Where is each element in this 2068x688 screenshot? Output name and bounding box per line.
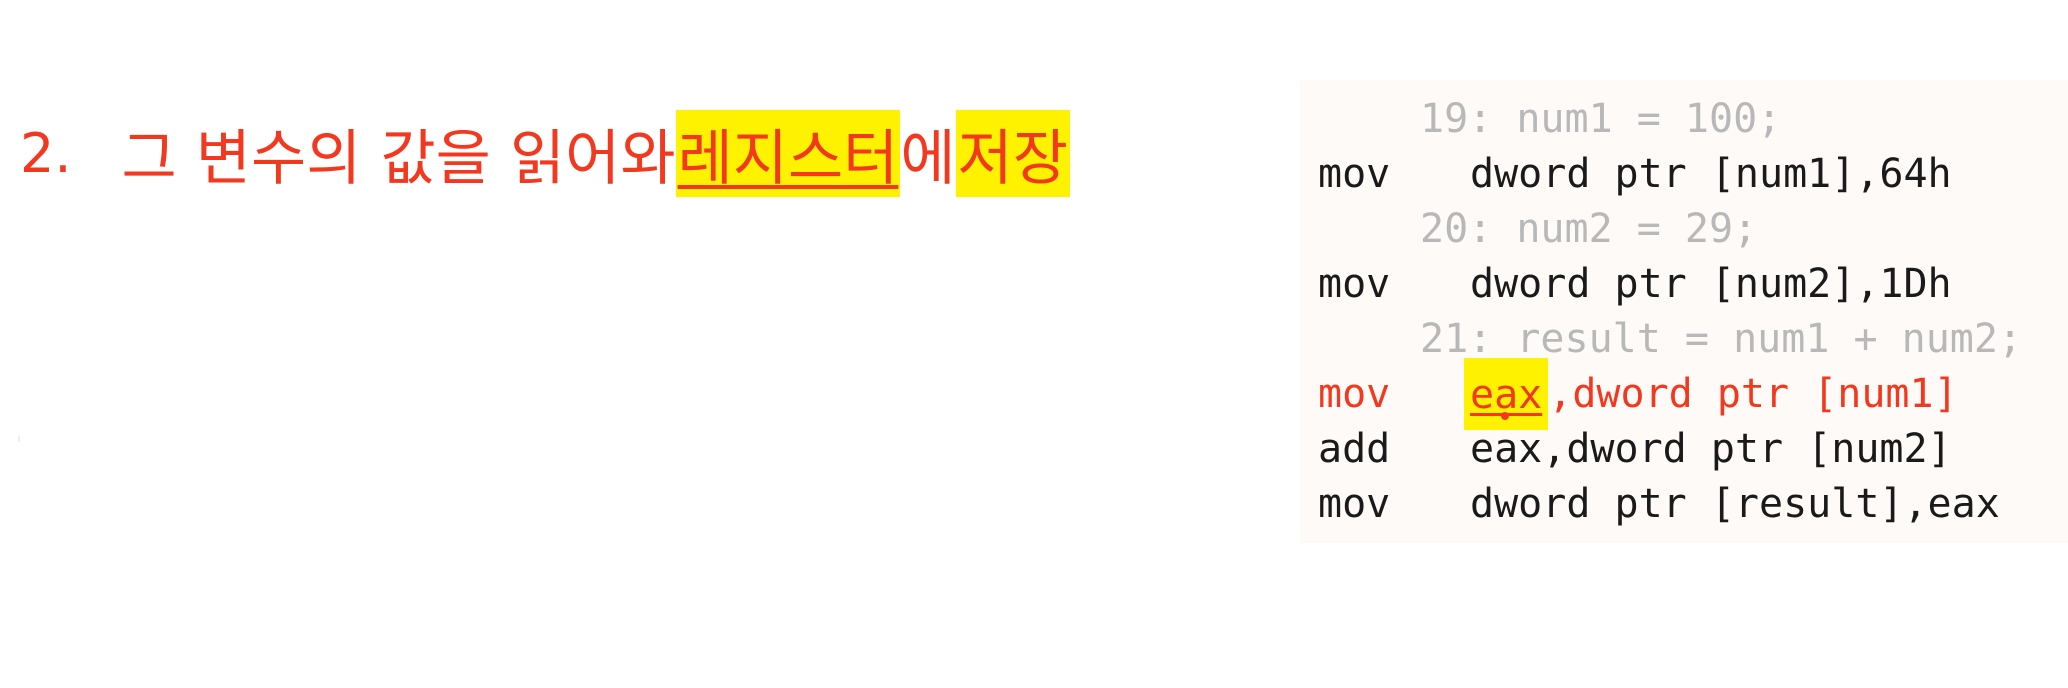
asm-mnemonic: mov [1318, 370, 1391, 417]
asm-operands: dword ptr [num2],1Dh [1470, 260, 1952, 307]
source-comment-line-19: 19: num1 = 100; [1318, 91, 1781, 146]
disassembly-panel: 19: num1 = 100; mov dword ptr [num1],64h … [1300, 80, 2068, 543]
asm-mnemonic: mov [1318, 260, 1391, 307]
asm-operands: ,dword ptr [num1] [1548, 370, 1958, 417]
asm-line-highlighted: mov eax ,dword ptr [num1] [1318, 357, 1958, 430]
asm-line: mov dword ptr [num2],1Dh [1318, 256, 1952, 311]
heading-particle: 에 [900, 123, 956, 194]
asm-operands: dword ptr [num1],64h [1470, 150, 1952, 197]
pointer-dot [1501, 411, 1510, 420]
asm-operands: dword ptr [result],eax [1470, 480, 2000, 527]
asm-line: add eax,dword ptr [num2] [1318, 421, 1952, 476]
comment-text: 20: num2 = 29; [1420, 205, 1758, 252]
asm-line: mov dword ptr [result],eax [1318, 476, 2000, 531]
slide-heading: 2. 그 변수의 값을 읽어와 레지스터 에 저장 [20, 108, 1070, 198]
stray-mark [18, 436, 20, 442]
asm-mnemonic: mov [1318, 150, 1391, 197]
asm-mnemonic: mov [1318, 480, 1391, 527]
comment-text: 21: result = num1 + num2; [1420, 315, 2023, 362]
source-comment-line-20: 20: num2 = 29; [1318, 201, 1757, 256]
heading-store-word: 저장 [955, 109, 1070, 197]
asm-mnemonic: add [1318, 425, 1391, 472]
comment-text: 19: num1 = 100; [1420, 95, 1782, 142]
heading-register-word: 레지스터 [675, 109, 901, 197]
source-comment-line-21: 21: result = num1 + num2; [1318, 311, 2022, 366]
register-eax: eax [1470, 371, 1543, 418]
slide: 2. 그 변수의 값을 읽어와 레지스터 에 저장 19: num1 = 100… [0, 0, 2068, 688]
heading-number: 2. [20, 121, 72, 185]
asm-line: mov dword ptr [num1],64h [1318, 146, 1952, 201]
heading-text: 그 변수의 값을 읽어와 [121, 123, 676, 194]
asm-operands: eax,dword ptr [num2] [1470, 425, 1952, 472]
register-eax-highlight: eax [1464, 357, 1549, 430]
